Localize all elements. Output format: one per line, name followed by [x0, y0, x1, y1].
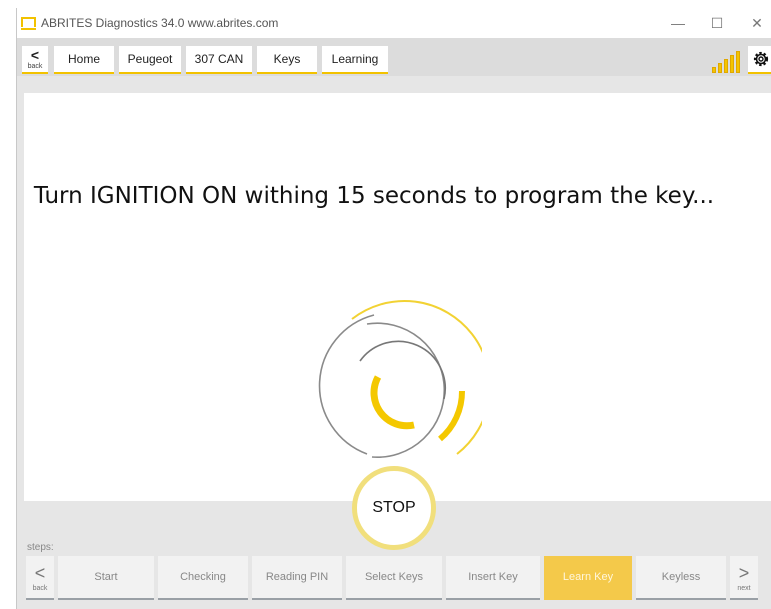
gear-icon — [753, 51, 769, 67]
breadcrumb-307-can[interactable]: 307 CAN — [186, 46, 252, 74]
close-button[interactable]: ✕ — [742, 12, 771, 34]
instruction-message: Turn IGNITION ON withing 15 seconds to p… — [33, 183, 715, 209]
nav-back-button[interactable]: < back — [22, 46, 48, 74]
step-back-label: back — [32, 585, 48, 592]
step-checking[interactable]: Checking — [158, 556, 248, 600]
chevron-left-icon: < — [30, 47, 40, 63]
breadcrumb-peugeot[interactable]: Peugeot — [119, 46, 181, 74]
steps-label: steps: — [27, 542, 54, 553]
main-panel: Turn IGNITION ON withing 15 seconds to p… — [24, 93, 771, 501]
step-next-label: next — [737, 585, 751, 592]
step-reading-pin[interactable]: Reading PIN — [252, 556, 342, 600]
window-title: ABRITES Diagnostics 34.0 www.abrites.com — [41, 16, 279, 30]
signal-bars-icon — [712, 51, 742, 73]
breadcrumb-home[interactable]: Home — [54, 46, 114, 74]
title-bar: ABRITES Diagnostics 34.0 www.abrites.com… — [17, 8, 771, 38]
settings-button[interactable] — [748, 46, 771, 74]
step-keyless[interactable]: Keyless — [636, 556, 726, 600]
step-select-keys[interactable]: Select Keys — [346, 556, 442, 600]
step-learn-key[interactable]: Learn Key — [544, 556, 632, 600]
step-start[interactable]: Start — [58, 556, 154, 600]
step-back-button[interactable]: < back — [26, 556, 54, 600]
stop-button[interactable]: STOP — [352, 466, 436, 550]
chevron-left-icon: < — [34, 563, 46, 583]
step-insert-key[interactable]: Insert Key — [446, 556, 540, 600]
breadcrumb: < back Home Peugeot 307 CAN Keys Learnin… — [17, 38, 771, 76]
breadcrumb-learning[interactable]: Learning — [322, 46, 388, 74]
breadcrumb-keys[interactable]: Keys — [257, 46, 317, 74]
app-window: ABRITES Diagnostics 34.0 www.abrites.com… — [16, 8, 771, 609]
minimize-button[interactable]: — — [663, 12, 693, 34]
maximize-button[interactable]: ☐ — [702, 12, 732, 34]
abrites-logo-icon — [21, 17, 36, 30]
chevron-right-icon: > — [738, 563, 750, 583]
back-label: back — [27, 63, 43, 70]
step-next-button[interactable]: > next — [730, 556, 758, 600]
loading-spinner-icon — [318, 300, 482, 458]
